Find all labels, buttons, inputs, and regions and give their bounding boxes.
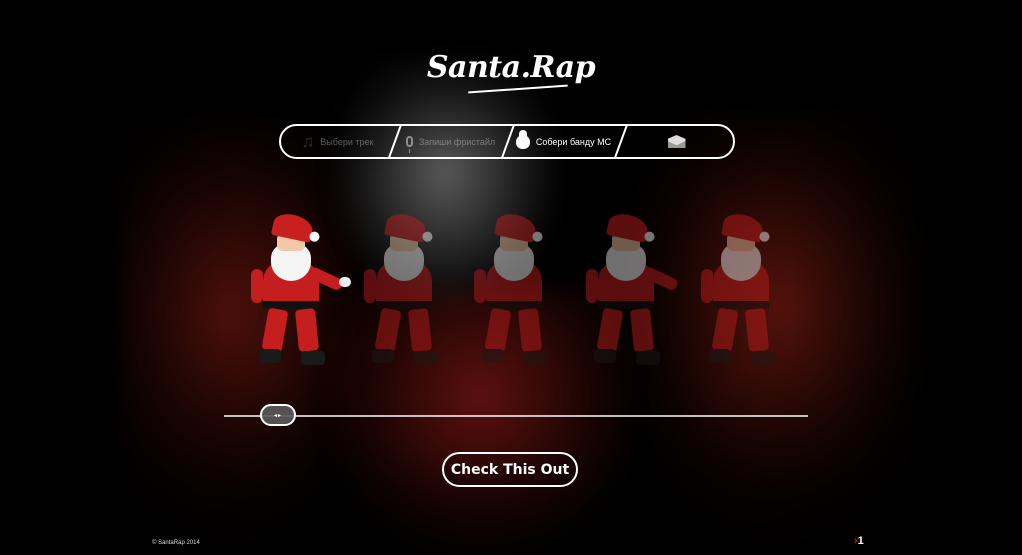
carousel-slider-handle[interactable]: ◂▸ (260, 404, 296, 426)
santa-dancer-4[interactable] (580, 205, 680, 380)
check-this-out-button[interactable]: Check This Out (442, 452, 578, 487)
step-label: Запиши фристайл (418, 136, 496, 147)
step-label: Собери банду МС (535, 136, 612, 147)
copyright-text: © SantaRap 2014 (152, 540, 200, 546)
step-label: Выбери трек (320, 136, 374, 147)
brand-mark-text: 1 (857, 535, 864, 547)
step-assemble-crew[interactable]: Собери банду МС (507, 126, 629, 157)
santa-carousel (240, 205, 800, 395)
carousel-slider-track[interactable] (224, 415, 808, 417)
step-choose-track[interactable]: ♫ Выбери трек (281, 126, 403, 157)
envelope-icon (667, 135, 686, 148)
step-navigation: ♫ Выбери трек Запиши фристайл Собери бан… (279, 124, 735, 159)
microphone-icon (405, 136, 413, 153)
santa-dancer-2[interactable] (358, 205, 450, 380)
santa-dancer-1[interactable] (245, 205, 351, 380)
step-record-freestyle[interactable]: Запиши фристайл (394, 126, 516, 157)
santa-dancer-3[interactable] (468, 205, 560, 380)
santa-dancer-5[interactable] (695, 205, 787, 380)
site-logo[interactable]: Santa.Rap (0, 50, 1022, 85)
step-send[interactable] (620, 126, 733, 157)
brand-mark-link[interactable]: ›1 (854, 535, 864, 547)
music-note-icon: ♫ (301, 131, 315, 151)
santa-head-icon (515, 129, 530, 149)
